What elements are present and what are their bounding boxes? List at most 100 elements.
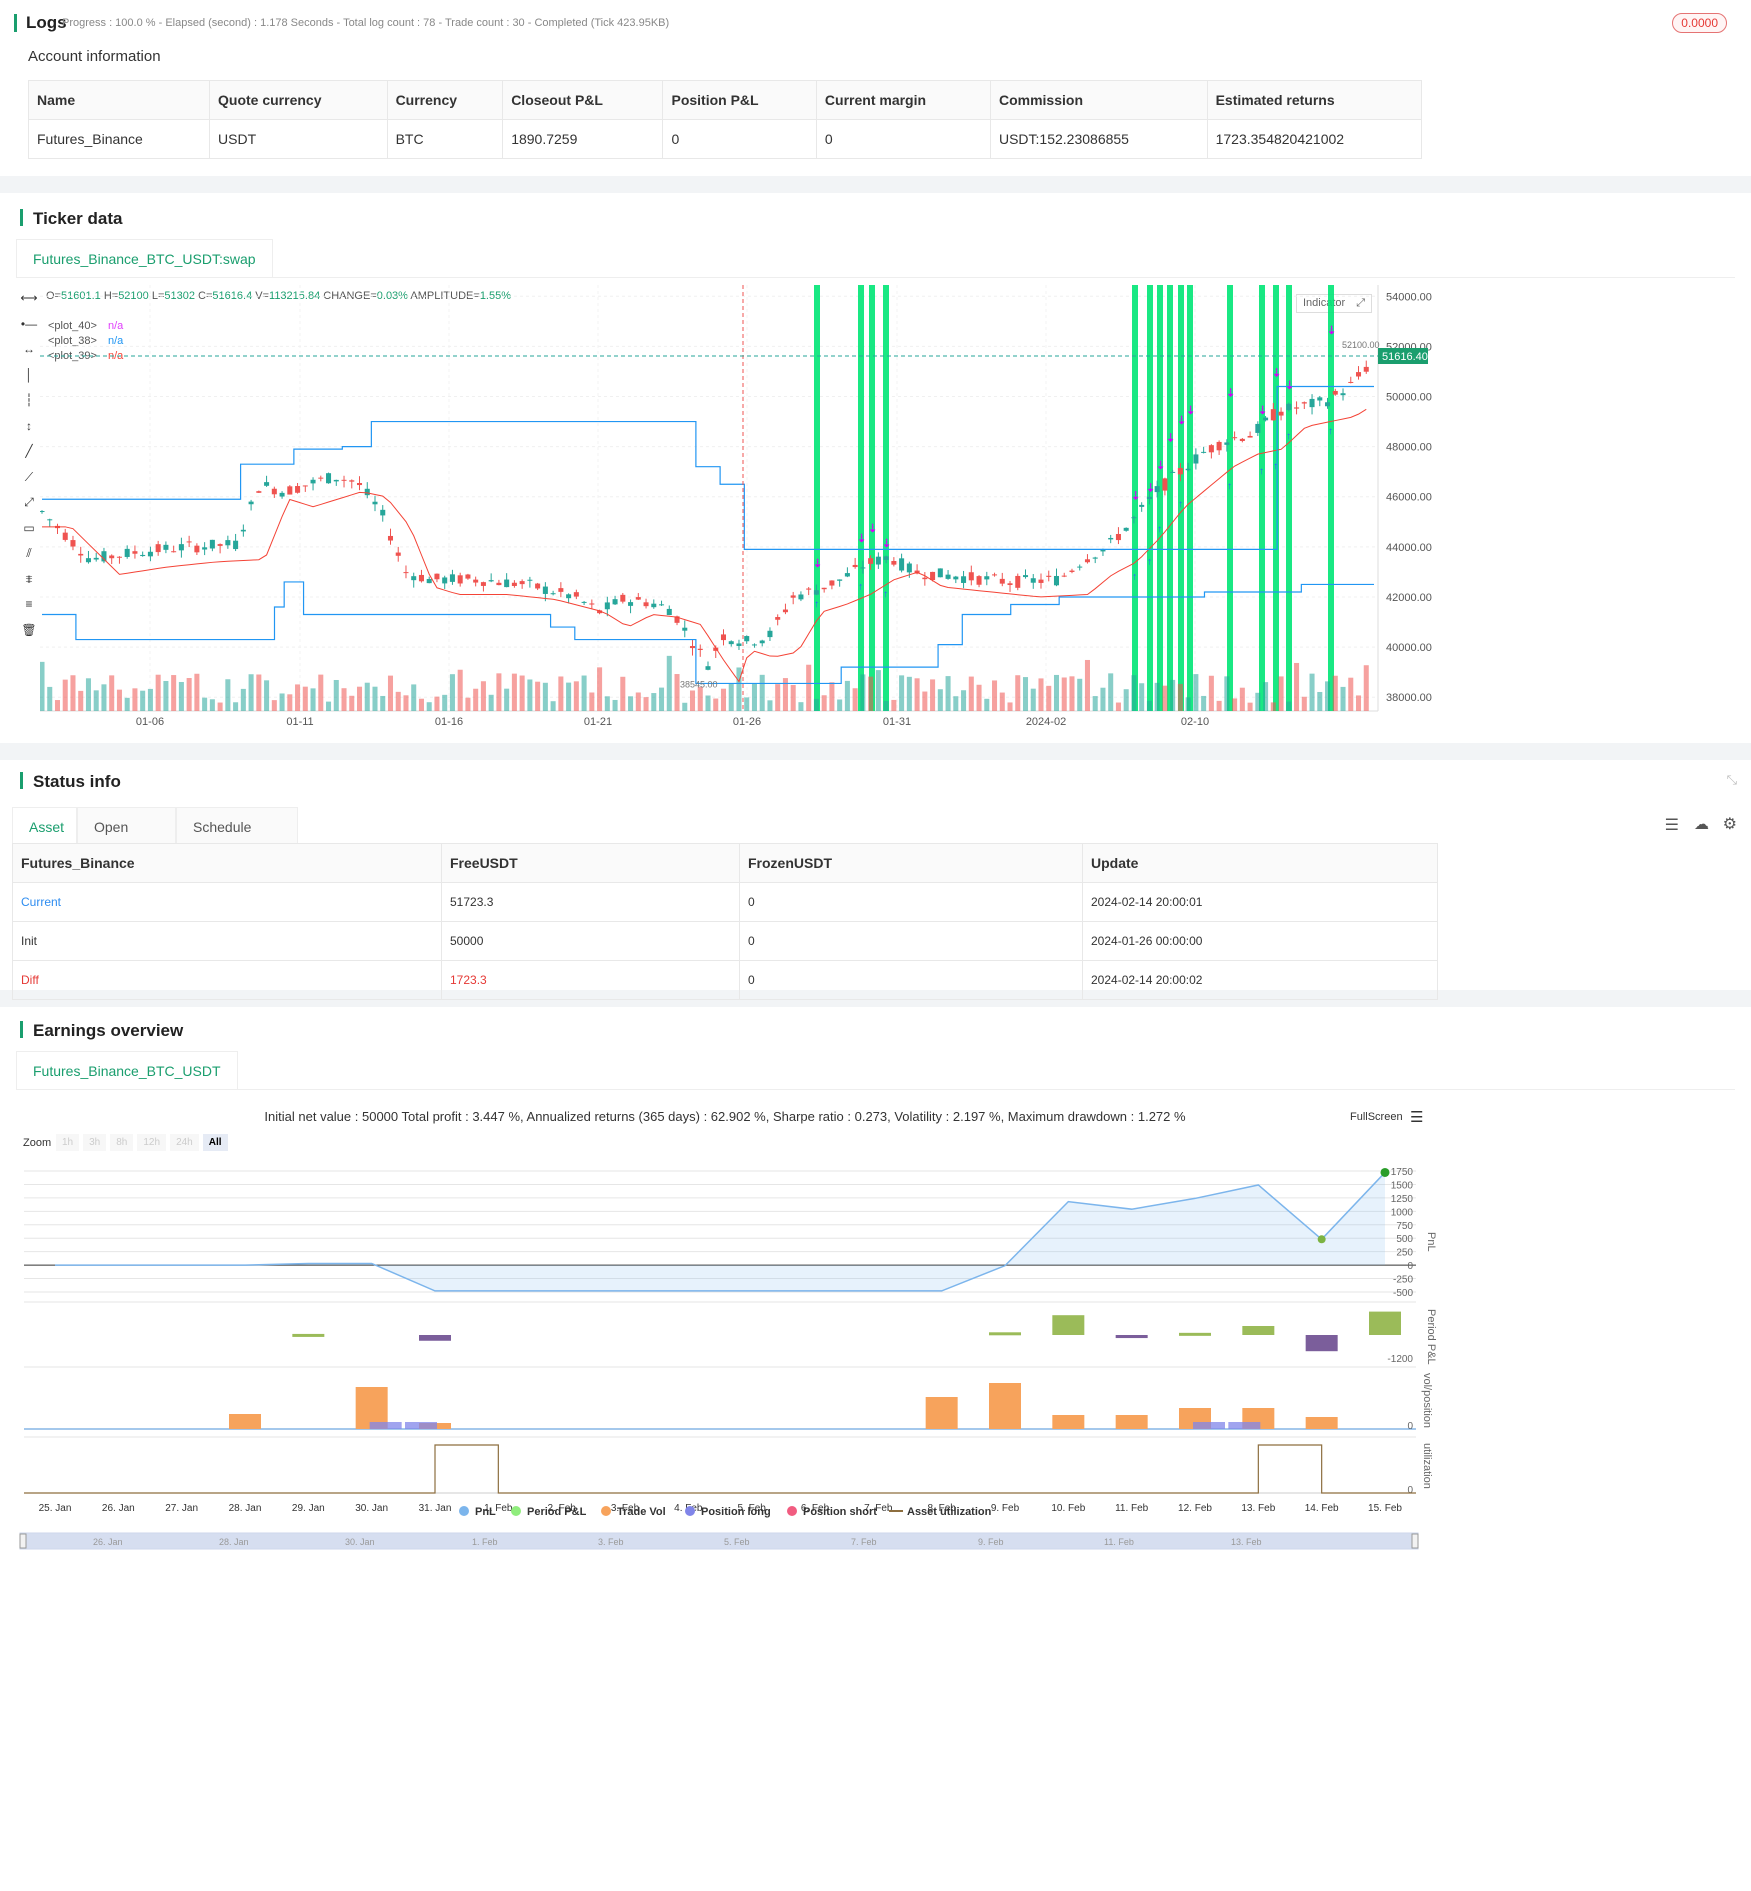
trade-vol-bar: [989, 1383, 1021, 1429]
legend-item-asset-utilization[interactable]: Asset utilization: [889, 1506, 992, 1518]
tab-schedule-orders[interactable]: Schedule orders: [176, 807, 298, 873]
price-tick-label: 40000.00: [1386, 642, 1432, 654]
account-header-cell: Commission: [989, 80, 1208, 120]
volume-bar: [1053, 674, 1060, 711]
candle-body: [1286, 403, 1292, 411]
candle-body: [1061, 575, 1067, 577]
horizontal-ray-icon[interactable]: •—: [18, 317, 40, 343]
time-tick-label: 02-10: [1181, 716, 1209, 728]
volume-bar: [449, 674, 455, 711]
navigator-left-handle[interactable]: [19, 1533, 27, 1549]
earnings-chart[interactable]: 1750 1500 1250 1000 750 500 250 0 -250 -500 PnL Per…: [0, 1157, 1451, 1891]
vertical-ray-icon[interactable]: ↕: [18, 419, 40, 445]
volume-bar: [442, 694, 448, 711]
candle-body: [1363, 366, 1369, 372]
zoom-button-3h[interactable]: 3h: [83, 1134, 107, 1151]
account-header-cell: Name: [27, 80, 211, 120]
zoom-button-1h[interactable]: 1h: [56, 1134, 80, 1151]
horizontal-line-icon[interactable]: ⟷: [18, 291, 40, 317]
zoom-button-24h[interactable]: 24h: [170, 1134, 199, 1151]
trash-icon[interactable]: 🗑: [18, 623, 40, 649]
price-tick-label: 44000.00: [1386, 542, 1432, 554]
fullscreen-button[interactable]: FullScreen: [1350, 1111, 1403, 1123]
legend-item-pnl[interactable]: PnL: [459, 1506, 496, 1518]
asset-cell: 1723.3: [441, 960, 740, 1000]
zoom-button-8h[interactable]: 8h: [110, 1134, 134, 1151]
navigator-right-handle[interactable]: [1411, 1533, 1419, 1549]
ray-icon[interactable]: ⟋: [18, 470, 40, 496]
volume-bar: [527, 679, 533, 711]
volume-bar: [225, 679, 231, 711]
navigator-label: 3. Feb: [598, 1537, 624, 1547]
pnl-tick-label: -250: [1393, 1275, 1413, 1286]
asset-table: Futures_Binance FreeUSDT FrozenUSDT Update …: [12, 843, 1438, 1000]
position-long-bar: [405, 1422, 437, 1429]
tab-ticker-symbol[interactable]: Futures_Binance_BTC_USDT:swap: [16, 239, 273, 277]
zoom-button-12h[interactable]: 12h: [137, 1134, 167, 1151]
candle-body: [1232, 437, 1238, 439]
time-tick-label: 01-16: [435, 716, 463, 728]
volume-bar: [295, 684, 301, 711]
account-header-cell: Current margin: [815, 80, 991, 120]
legend-item-period-p-l[interactable]: Period P&L: [511, 1506, 587, 1518]
date-tick-label: 10. Feb: [1051, 1503, 1085, 1514]
candle-body: [426, 579, 432, 584]
asset-row-label: Current: [12, 882, 442, 922]
volume-bar: [844, 680, 850, 711]
volume-bar: [418, 698, 424, 711]
tab-earnings-symbol[interactable]: Futures_Binance_BTC_USDT: [16, 1051, 238, 1089]
chart-menu-icon[interactable]: ☰: [1410, 1108, 1423, 1126]
volume-bar: [279, 693, 285, 711]
asset-cell: 0: [739, 960, 1083, 1000]
volume-bar: [1022, 677, 1029, 711]
period-axis-title: Period P&L: [1425, 1309, 1437, 1365]
collapse-icon[interactable]: ⤡: [1727, 772, 1737, 788]
volume-bar: [85, 678, 91, 711]
volume-bar: [682, 702, 688, 711]
candle-body: [720, 634, 727, 641]
candlestick-chart[interactable]: 54000.0052000.0050000.0048000.0046000.00…: [40, 285, 1440, 735]
logs-badge[interactable]: 0.0000: [1672, 13, 1727, 33]
tab-asset[interactable]: Asset: [12, 807, 77, 845]
volume-bar: [1317, 691, 1323, 711]
zoom-button-All[interactable]: All: [202, 1134, 228, 1151]
candle-body: [899, 558, 905, 571]
trend-line-icon[interactable]: ╱: [18, 444, 40, 470]
candle-body: [1154, 486, 1160, 493]
volume-bar: [109, 675, 115, 711]
extended-trend-icon[interactable]: ⤢: [18, 495, 40, 521]
volume-bar: [1146, 700, 1152, 711]
list-icon[interactable]: ☰: [1665, 815, 1679, 835]
candle-body: [697, 648, 703, 650]
volume-bar: [984, 698, 990, 711]
candle-body: [233, 540, 239, 550]
candle-body: [465, 574, 471, 579]
pnl-tick-label: 1000: [1391, 1207, 1414, 1218]
asset-cell: 0: [739, 882, 1083, 922]
settings-gear-icon[interactable]: ⚙: [1723, 814, 1737, 834]
volume-bar: [163, 680, 169, 711]
volume-bar: [209, 699, 215, 711]
vertical-line-icon[interactable]: │: [18, 368, 40, 394]
candle-body: [775, 617, 781, 620]
cloud-download-icon[interactable]: ☁: [1694, 815, 1709, 833]
parallel-channel-icon[interactable]: ⫽: [18, 546, 40, 572]
date-tick-label: 31. Jan: [419, 1503, 452, 1514]
volume-bar: [1363, 665, 1369, 711]
tab-open-orders[interactable]: Open orders: [77, 807, 176, 873]
text-lines-icon[interactable]: ≡: [18, 597, 40, 623]
volume-bar: [93, 690, 99, 711]
vertical-segment-icon[interactable]: ┆: [18, 393, 40, 419]
candle-body: [217, 544, 223, 546]
period-pnl-bar: [1369, 1311, 1401, 1335]
pitchfork-icon[interactable]: ⩨: [18, 572, 40, 598]
volume-bar: [54, 700, 61, 711]
drawing-toolbar: ⟷ •— ↔ │ ┆ ↕ ╱ ⟋ ⤢ ▭ ⫽ ⩨ ≡ 🗑: [18, 291, 40, 648]
long-entry-marker: ↑: [1227, 481, 1232, 492]
legend-label: Position long: [701, 1506, 771, 1518]
volume-bar: [403, 695, 409, 711]
price-range-icon[interactable]: ▭: [18, 521, 40, 547]
candle-body: [643, 602, 649, 607]
extended-line-icon[interactable]: ↔: [18, 342, 40, 368]
candle-body: [573, 592, 579, 597]
